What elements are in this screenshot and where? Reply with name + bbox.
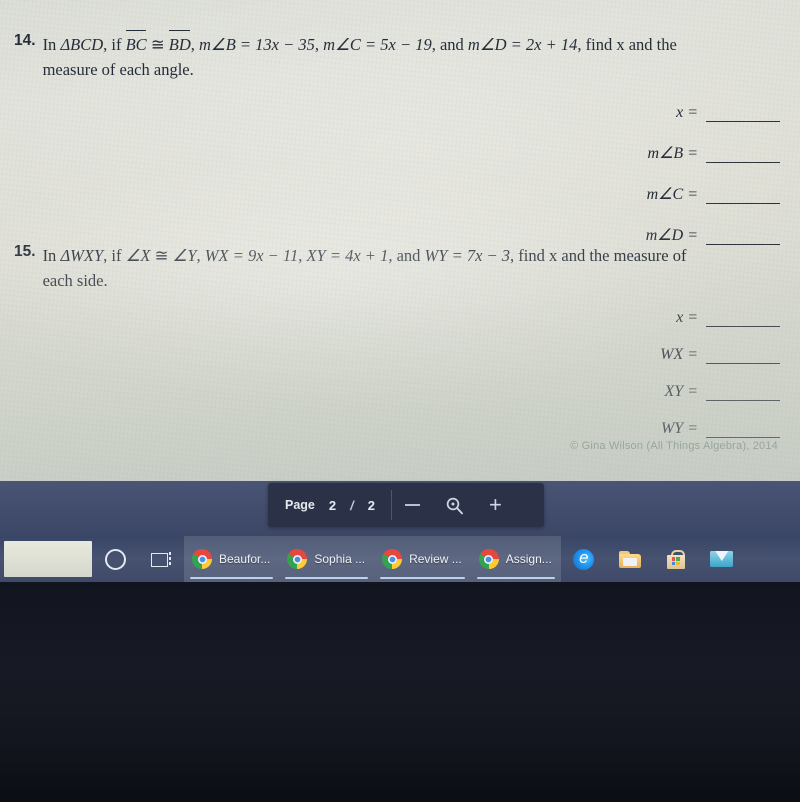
active-indicator xyxy=(380,576,465,579)
page-separator: / xyxy=(350,497,354,513)
expression-mB: m∠B = 13x − 35 xyxy=(199,35,315,54)
answer-row: m∠C = xyxy=(646,184,780,204)
taskbar-window-assign[interactable]: Assign... xyxy=(470,536,561,582)
answer-row: x = xyxy=(660,309,780,327)
taskbar-pinned-file-explorer[interactable] xyxy=(607,536,653,582)
current-page-number[interactable]: 2 xyxy=(329,498,336,513)
problem-14-line2: measure of each angle. xyxy=(42,60,194,79)
angle-y: ∠Y xyxy=(172,246,197,265)
answer-row: m∠B = xyxy=(646,143,780,163)
cortana-circle-icon xyxy=(104,548,126,570)
triangle-symbol: Δ xyxy=(60,246,71,265)
problem-15: 15. In ΔWXY, if ∠X ≅ ∠Y, WX = 9x − 11, X… xyxy=(14,243,786,293)
answer-label-wx: WX = xyxy=(660,346,698,363)
answer-blank-x[interactable] xyxy=(706,310,780,327)
chrome-icon xyxy=(382,549,403,569)
expression-mD: m∠D = 2x + 14 xyxy=(467,35,578,54)
chrome-icon xyxy=(478,549,499,569)
total-page-count: 2 xyxy=(367,497,375,513)
expression-xy: XY = 4x + 1 xyxy=(306,246,389,265)
task-view-icon xyxy=(151,551,171,567)
answer-row: x = xyxy=(646,104,780,122)
answer-blank-mB[interactable] xyxy=(706,146,780,163)
zoom-out-button[interactable] xyxy=(404,504,420,506)
edge-icon xyxy=(573,548,595,570)
answer-blank-wx[interactable] xyxy=(706,347,780,364)
answer-label-mC: m∠C = xyxy=(646,186,698,203)
mail-icon xyxy=(710,551,734,567)
toolbar-divider xyxy=(390,490,392,520)
microsoft-store-icon xyxy=(666,549,685,569)
taskbar-window-sophia[interactable]: Sophia ... xyxy=(279,536,375,582)
taskbar-window-review[interactable]: Review ... xyxy=(374,536,471,582)
answer-row: WY = xyxy=(660,420,780,438)
active-indicator xyxy=(476,576,555,579)
magnifier-icon xyxy=(446,497,463,514)
answer-blanks-14: x = m∠B = m∠C = m∠D = xyxy=(646,104,780,245)
page-label: Page xyxy=(285,498,315,512)
problem-15-line2: each side. xyxy=(42,271,108,290)
answer-blank-x[interactable] xyxy=(706,105,780,122)
answer-row: WX = xyxy=(660,346,780,364)
plus-icon: + xyxy=(488,492,502,517)
pdf-toolbar: Page 2 / 2 + xyxy=(268,483,544,527)
problem-15-text: In ΔWXY, if ∠X ≅ ∠Y, WX = 9x − 11, XY = … xyxy=(43,243,687,293)
answer-row: XY = xyxy=(660,383,780,401)
taskbar-window-label: Assign... xyxy=(505,552,552,566)
taskbar-window-label: Sophia ... xyxy=(314,552,366,566)
search-input[interactable] xyxy=(4,541,92,577)
pdf-page: 14. In ΔBCD, if BC ≅ BD, m∠B = 13x − 35,… xyxy=(0,0,800,481)
copyright-notice: © Gina Wilson (All Things Algebra), 2014 xyxy=(570,440,778,452)
answer-blank-xy[interactable] xyxy=(706,384,780,401)
congruent-symbol: ≅ xyxy=(154,246,169,265)
answer-row: m∠D = xyxy=(646,225,780,245)
answer-label-xy: XY = xyxy=(664,383,698,400)
page-controls: Page 2 / 2 xyxy=(268,483,375,527)
answer-label-x: x = xyxy=(676,309,698,326)
expression-wx: WX = 9x − 11 xyxy=(204,246,299,265)
answer-blanks-15: x = WX = XY = WY = xyxy=(660,309,780,438)
taskbar-pinned-mail[interactable] xyxy=(699,536,745,582)
problem-14: 14. In ΔBCD, if BC ≅ BD, m∠B = 13x − 35,… xyxy=(14,30,786,82)
triangle-symbol: Δ xyxy=(60,35,71,54)
segment-bc: BC xyxy=(125,30,147,57)
expression-wy: WY = 7x − 3 xyxy=(424,246,511,265)
laptop-bezel: hp xyxy=(0,582,800,802)
answer-label-wy: WY = xyxy=(660,420,698,437)
minus-icon xyxy=(404,504,420,506)
laptop-screen-photo: hp 14. In ΔBCD, if BC ≅ BD, m∠B = 13x − … xyxy=(0,0,800,802)
angle-x: ∠X xyxy=(125,246,151,265)
active-indicator xyxy=(190,576,274,579)
laptop-screen: 14. In ΔBCD, if BC ≅ BD, m∠B = 13x − 35,… xyxy=(0,0,800,582)
windows-taskbar: Beaufor... Sophia ... Review ... Assign.… xyxy=(0,536,800,582)
taskbar-window-beaufort[interactable]: Beaufor... xyxy=(184,536,280,582)
problem-15-line1: In ΔWXY, if ∠X ≅ ∠Y, WX = 9x − 11, XY = … xyxy=(42,246,687,265)
answer-blank-wy[interactable] xyxy=(706,421,780,438)
answer-label-x: x = xyxy=(676,104,698,121)
chrome-icon xyxy=(192,549,212,569)
answer-label-mD: m∠D = xyxy=(645,227,698,244)
problem-14-number: 14. xyxy=(14,32,36,49)
taskbar-window-label: Review ... xyxy=(409,552,462,566)
task-view-button[interactable] xyxy=(138,536,184,582)
zoom-reset-button[interactable] xyxy=(445,496,464,515)
file-explorer-icon xyxy=(618,550,641,568)
answer-blank-mC[interactable] xyxy=(706,187,780,204)
zoom-in-button[interactable]: + xyxy=(488,492,502,517)
problem-14-line1: In ΔBCD, if BC ≅ BD, m∠B = 13x − 35, m∠C… xyxy=(43,30,677,57)
answer-label-mB: m∠B = xyxy=(647,145,698,162)
active-indicator xyxy=(285,576,369,579)
zoom-controls: + xyxy=(404,483,502,527)
problem-14-text: In ΔBCD, if BC ≅ BD, m∠B = 13x − 35, m∠C… xyxy=(42,30,677,82)
expression-mC: m∠C = 5x − 19 xyxy=(323,35,432,54)
cortana-button[interactable] xyxy=(92,536,138,582)
chrome-icon xyxy=(287,549,308,569)
segment-bd: BD xyxy=(168,30,191,57)
congruent-symbol: ≅ xyxy=(150,35,165,54)
taskbar-window-label: Beaufor... xyxy=(219,552,271,566)
problem-15-number: 15. xyxy=(14,243,36,260)
taskbar-pinned-store[interactable] xyxy=(653,536,699,582)
taskbar-pinned-edge[interactable] xyxy=(561,536,607,582)
